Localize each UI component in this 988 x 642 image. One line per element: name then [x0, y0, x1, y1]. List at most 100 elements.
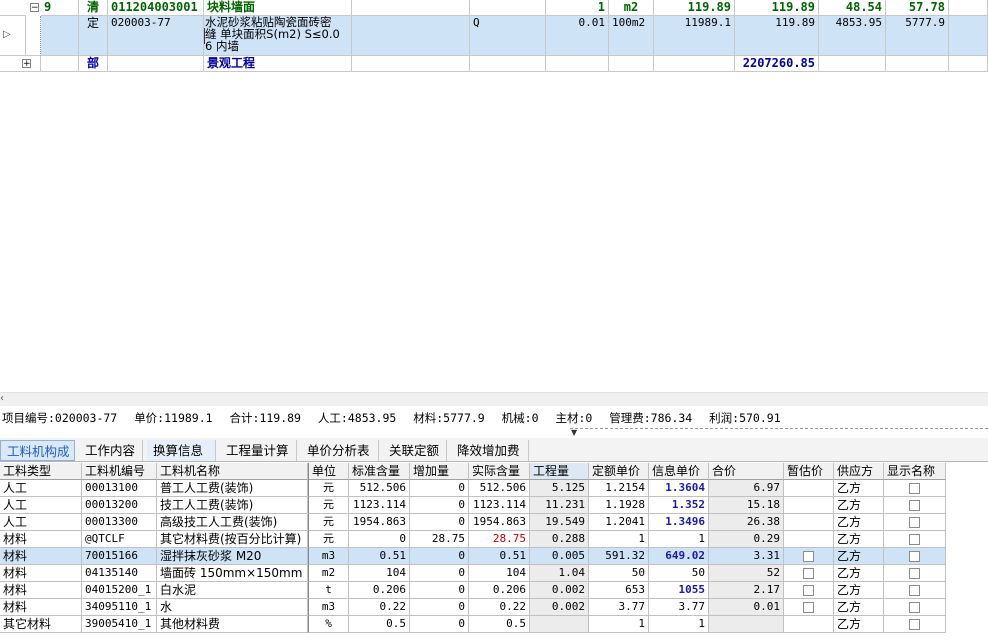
show-name-checkbox[interactable] [909, 568, 920, 579]
cell-code[interactable]: 00013100 [82, 480, 157, 497]
cell-add[interactable]: 0 [410, 480, 469, 497]
table-row[interactable]: 材料 70015166 湿拌抹灰砂浆 M20 m3 0.51 0 0.51 0.005 591.… [0, 548, 946, 565]
cell-iprice[interactable]: 1 [649, 616, 709, 633]
cell-dprice[interactable]: 1.1928 [589, 497, 649, 514]
cell-supplier[interactable]: 乙方 [834, 514, 884, 531]
cell-qty[interactable]: 5.125 [530, 480, 589, 497]
cell-dprice[interactable]: 50 [589, 565, 649, 582]
cell-unit[interactable]: % [308, 616, 349, 633]
cell-supplier[interactable]: 乙方 [834, 616, 884, 633]
col-unit[interactable]: 单位 [308, 463, 349, 480]
cell-supplier[interactable]: 乙方 [834, 480, 884, 497]
col-qty[interactable]: 工程量 [530, 463, 589, 480]
main-material-icon[interactable]: Zc [204, 28, 205, 44]
tab-resource-composition[interactable]: 工料机构成 [0, 440, 75, 461]
cell-type[interactable]: 材料 [0, 548, 82, 565]
col-iprice[interactable]: 信息单价 [649, 463, 709, 480]
show-name-checkbox[interactable] [909, 585, 920, 596]
cell-name[interactable]: 水 [157, 599, 308, 616]
cell-qty[interactable]: 11.231 [530, 497, 589, 514]
cell-qty[interactable]: 0.005 [530, 548, 589, 565]
cell-iprice[interactable]: 50 [649, 565, 709, 582]
cell-add[interactable]: 0 [410, 599, 469, 616]
cell-supplier[interactable]: 乙方 [834, 599, 884, 616]
cell-actual[interactable]: 0.51 [469, 548, 530, 565]
cell-iprice[interactable]: 649.02 [649, 548, 709, 565]
col-std[interactable]: 标准含量 [349, 463, 410, 480]
show-name-checkbox[interactable] [909, 602, 920, 613]
show-name-checkbox[interactable] [909, 500, 920, 511]
cell-unit[interactable]: 元 [308, 480, 349, 497]
quota-row[interactable]: ▷ 定 020003-77 Zc 水泥砂浆粘贴陶瓷面砖密 缝 单块面积S(m2)… [0, 16, 988, 56]
cell-dprice[interactable]: 1.2154 [589, 480, 649, 497]
collapse-icon[interactable]: − [30, 3, 39, 13]
cell-type[interactable]: 人工 [0, 480, 82, 497]
cell-sum[interactable]: 26.38 [709, 514, 784, 531]
cell-type[interactable]: 材料 [0, 531, 82, 548]
col-code[interactable]: 工料机编号 [82, 463, 157, 480]
cell-actual[interactable]: 512.506 [469, 480, 530, 497]
tab-unit-price-analysis[interactable]: 单价分析表 [301, 440, 379, 461]
cell-code[interactable]: 04135140 [82, 565, 157, 582]
cell-qty[interactable]: 0.002 [530, 582, 589, 599]
cell-qty[interactable]: 1.04 [530, 565, 589, 582]
cell-dprice[interactable]: 1.2041 [589, 514, 649, 531]
table-row[interactable]: 人工 00013200 技工人工费(装饰) 元 1123.114 0 1123.114 11.… [0, 497, 946, 514]
cell-unit[interactable]: m3 [308, 548, 349, 565]
cell-iprice[interactable]: 1.3604 [649, 480, 709, 497]
table-row[interactable]: 人工 00013100 普工人工费(装饰) 元 512.506 0 512.506 5.125… [0, 480, 946, 497]
cell-unit[interactable]: m3 [308, 599, 349, 616]
cell-supplier[interactable]: 乙方 [834, 531, 884, 548]
cell-type[interactable]: 材料 [0, 599, 82, 616]
cell-name[interactable]: 高级技工人工费(装饰) [157, 514, 308, 531]
cell-std[interactable]: 1954.863 [349, 514, 410, 531]
cell-actual[interactable]: 104 [469, 565, 530, 582]
cell-sum[interactable]: 3.31 [709, 548, 784, 565]
splitter-arrow-icon[interactable]: ‹ [0, 393, 10, 405]
show-name-checkbox[interactable] [909, 619, 920, 630]
cell-std[interactable]: 0.22 [349, 599, 410, 616]
table-row[interactable]: 材料 04135140 墙面砖 150mm×150mm m2 104 0 104 1.04 50… [0, 565, 946, 582]
table-row[interactable]: 材料 04015200_1 白水泥 t 0.206 0 0.206 0.002 653 1055 2… [0, 582, 946, 599]
cell-code[interactable]: 70015166 [82, 548, 157, 565]
cell-dprice[interactable]: 1 [589, 616, 649, 633]
cell-name[interactable]: 墙面砖 150mm×150mm [157, 565, 308, 582]
cell-iprice[interactable]: 1055 [649, 582, 709, 599]
table-row[interactable]: 材料 34095110_1 水 m3 0.22 0 0.22 0.002 3.77 3.77 0.0… [0, 599, 946, 616]
tab-related-quota[interactable]: 关联定额 [383, 440, 447, 461]
cell-code[interactable]: 34095110_1 [82, 599, 157, 616]
cell-dprice[interactable]: 3.77 [589, 599, 649, 616]
estimate-checkbox[interactable] [803, 551, 814, 562]
estimate-checkbox[interactable] [803, 602, 814, 613]
tab-efficiency-fee[interactable]: 降效增加费 [451, 440, 529, 461]
cell-add[interactable]: 0 [410, 616, 469, 633]
cell-sum[interactable] [709, 616, 784, 633]
cell-qty[interactable]: 0.288 [530, 531, 589, 548]
cell-unit[interactable]: 元 [308, 514, 349, 531]
tab-quantity-calc[interactable]: 工程量计算 [220, 440, 297, 461]
tab-work-content[interactable]: 工作内容 [79, 440, 143, 461]
cell-type[interactable]: 人工 [0, 497, 82, 514]
cell-add[interactable]: 0 [410, 565, 469, 582]
cell-sum[interactable]: 0.29 [709, 531, 784, 548]
cell-std[interactable]: 0.51 [349, 548, 410, 565]
col-type[interactable]: 工料类型 [0, 463, 82, 480]
cell-type[interactable]: 材料 [0, 582, 82, 599]
col-estimate[interactable]: 暂估价 [784, 463, 834, 480]
table-row[interactable]: 人工 00013300 高级技工人工费(装饰) 元 1954.863 0 1954.863 1… [0, 514, 946, 531]
cell-actual[interactable]: 0.5 [469, 616, 530, 633]
estimate-checkbox[interactable] [803, 585, 814, 596]
cell-iprice[interactable]: 1.3496 [649, 514, 709, 531]
show-name-checkbox[interactable] [909, 517, 920, 528]
cell-actual[interactable]: 1954.863 [469, 514, 530, 531]
cell-sum[interactable]: 2.17 [709, 582, 784, 599]
show-name-checkbox[interactable] [909, 483, 920, 494]
cell-code[interactable]: 39005410_1 [82, 616, 157, 633]
col-supplier[interactable]: 供应方 [834, 463, 884, 480]
cell-add[interactable]: 28.75 [410, 531, 469, 548]
cell-name[interactable]: 湿拌抹灰砂浆 M20 [157, 548, 308, 565]
cell-type[interactable]: 人工 [0, 514, 82, 531]
cell-unit[interactable]: 元 [308, 497, 349, 514]
col-actual[interactable]: 实际含量 [469, 463, 530, 480]
cell-supplier[interactable]: 乙方 [834, 497, 884, 514]
